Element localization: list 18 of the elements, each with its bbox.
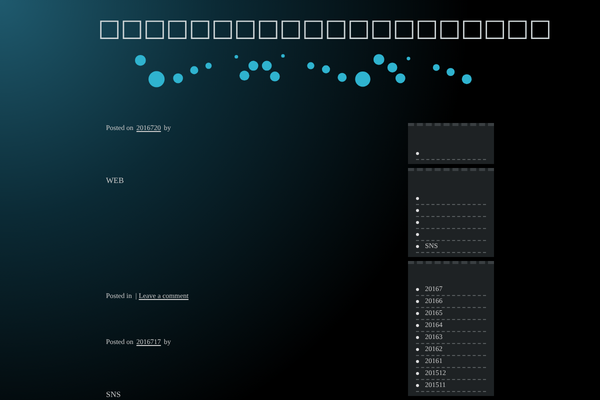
bullet-icon [416,336,419,339]
bullet-icon [416,221,419,224]
bullet-icon [416,348,419,351]
site-title[interactable]: □□□□□□□□□□□□□□□□□□□□ [98,13,600,43]
bullet-icon [416,233,419,236]
bullet-icon [416,197,419,200]
post-content: SNS [106,390,122,400]
post-content: WEB [106,176,125,186]
bullet-icon [416,324,419,327]
bullet-icon [416,384,419,387]
bullet-icon [416,300,419,303]
bullet-icon [416,152,419,155]
bullet-icon [416,209,419,212]
bullet-icon [416,372,419,375]
bullet-icon [416,360,419,363]
bullet-icon [416,245,419,248]
bullet-icon [416,312,419,315]
bullet-icon [416,288,419,291]
